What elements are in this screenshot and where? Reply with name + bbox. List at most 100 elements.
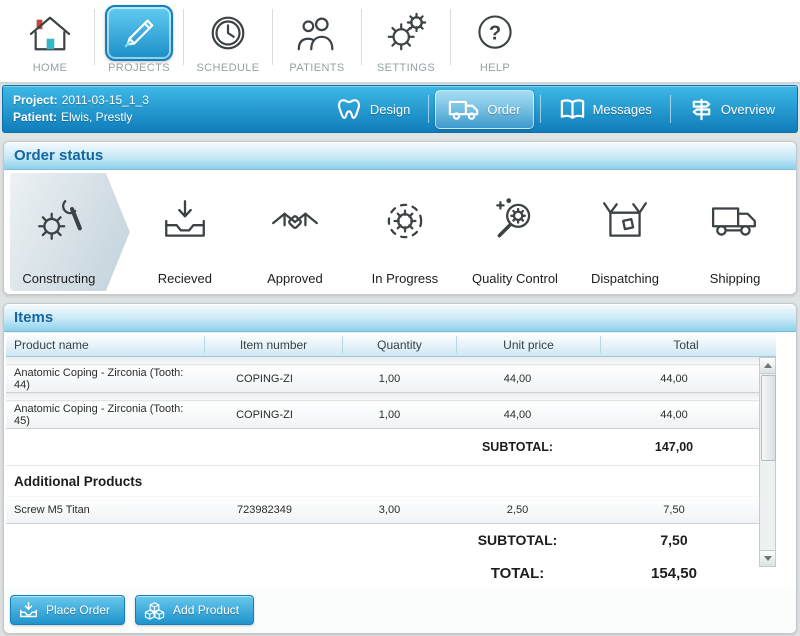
cell-unit-price: 44,00 [503,373,532,385]
add-product-icon [144,601,165,620]
status-step-approved: Approved [240,170,350,294]
status-step-quality-control: Quality Control [460,170,570,294]
row-spacer [6,393,759,401]
cell-item: COPING-ZI [236,373,293,385]
table-row[interactable]: Screw M5 Titan 723982349 3,00 2,50 7,50 [6,496,759,524]
place-order-icon [19,601,38,617]
patient-label: Patient: [13,110,58,124]
subtotal-value: 147,00 [654,440,694,454]
tab-divider [428,95,430,123]
cell-item: COPING-ZI [236,409,293,421]
order-status-header: Order status [4,142,796,170]
items-panel: Items Product name Item number Quantity … [3,303,797,634]
add-product-button[interactable]: Add Product [135,595,255,625]
nav-settings-label: SETTINGS [376,62,436,74]
status-step-label: Quality Control [471,271,558,286]
nav-schedule[interactable]: SCHEDULE [184,0,272,82]
status-step-in-progress: In Progress [350,170,460,294]
cell-product: Screw M5 Titan [14,504,90,516]
cell-product: Anatomic Coping - Zirconia (Tooth: 44) [14,367,184,391]
vertical-scrollbar[interactable] [759,357,776,567]
order-status-steps: Constructing Recieved Approved In Progre… [4,170,796,294]
tab-overview[interactable]: Overview [677,91,787,128]
scroll-up-button[interactable] [760,358,775,374]
nav-help-label: HELP [479,62,511,74]
items-actions: Place Order Add Product [4,589,796,633]
tab-order[interactable]: Order [435,89,534,129]
help-icon: ? [473,5,517,61]
status-step-shipping: Shipping [680,170,790,294]
status-step-received: Recieved [130,170,240,294]
project-info: Project: 2011-03-15_1_3 Patient: Elwis, Pr… [3,92,149,126]
constructing-tools-icon [34,170,84,271]
project-value: 2011-03-15_1_3 [61,93,149,107]
projects-active-highlight [105,5,173,61]
patients-icon [294,5,340,61]
arrow-up-icon [763,363,772,368]
signpost-icon [692,98,711,120]
shipping-truck-icon [710,170,760,271]
column-item-number: Item number [204,336,342,353]
patient-value: Elwis, Prestly [61,110,133,124]
column-total: Total [600,336,771,353]
items-table-body: Anatomic Coping - Zirconia (Tooth: 44) C… [6,357,776,589]
tab-design[interactable]: Design [323,91,422,128]
tab-overview-label: Overview [720,101,775,117]
nav-patients[interactable]: PATIENTS [273,0,361,82]
table-row[interactable]: Anatomic Coping - Zirconia (Tooth: 44) C… [6,365,759,393]
in-progress-gear-icon [380,170,430,271]
approved-handshake-icon [270,170,320,271]
cell-total: 44,00 [660,409,688,421]
svg-text:?: ? [489,22,501,44]
status-step-label: In Progress [371,271,439,286]
nav-home[interactable]: HOME [6,0,94,82]
quality-control-magnifier-icon [490,170,540,271]
cell-unit-price: 44,00 [503,409,532,421]
arrow-down-icon [763,556,772,561]
status-step-label: Constructing [22,271,96,286]
table-row[interactable]: Anatomic Coping - Zirconia (Tooth: 45) C… [6,401,759,429]
place-order-label: Place Order [46,603,111,617]
tab-order-label: Order [487,101,521,117]
nav-patients-label: PATIENTS [289,62,345,74]
column-quantity: Quantity [342,336,456,353]
scroll-down-button[interactable] [760,550,775,566]
status-step-label: Recieved [157,271,212,286]
tab-messages[interactable]: Messages [547,91,664,127]
tab-design-label: Design [369,101,411,117]
cell-item: 723982349 [236,504,293,516]
truck-icon [449,100,479,120]
main-toolbar: HOME PROJECTS SCHEDULE PATIENTS SETTINGS… [0,0,800,83]
status-step-label: Approved [267,271,323,286]
home-icon [27,5,73,61]
row-spacer [6,357,759,365]
status-step-constructing: Constructing [10,170,130,294]
order-status-panel: Order status Constructing Recieved Appro… [3,141,797,295]
tooth-icon [337,98,360,119]
subtotal-label: SUBTOTAL: [481,440,554,454]
project-bar: Project: 2011-03-15_1_3 Patient: Elwis, Pr… [2,85,798,133]
additional-subtotal-value: 7,50 [660,532,688,548]
nav-help[interactable]: ? HELP [451,0,539,82]
place-order-button[interactable]: Place Order [10,595,126,625]
cell-quantity: 1,00 [378,373,401,385]
tab-divider [669,95,671,123]
cell-total: 44,00 [660,373,688,385]
tab-messages-label: Messages [592,101,652,117]
total-label: TOTAL: [490,564,545,582]
cell-quantity: 1,00 [378,409,401,421]
nav-settings[interactable]: SETTINGS [362,0,450,82]
dispatching-box-icon [600,170,650,271]
status-step-dispatching: Dispatching [570,170,680,294]
add-product-label: Add Product [173,603,240,617]
nav-projects[interactable]: PROJECTS [95,0,183,82]
additional-products-heading: Additional Products [6,465,759,496]
cell-total: 7,50 [663,504,685,516]
column-product-name: Product name [14,337,89,352]
items-header: Items [4,304,796,332]
projects-icon [124,19,154,48]
scrollbar-thumb[interactable] [761,375,776,461]
nav-home-label: HOME [32,62,68,74]
received-inbox-icon [160,170,210,271]
additional-subtotal-row: SUBTOTAL: 7,50 [6,524,759,556]
